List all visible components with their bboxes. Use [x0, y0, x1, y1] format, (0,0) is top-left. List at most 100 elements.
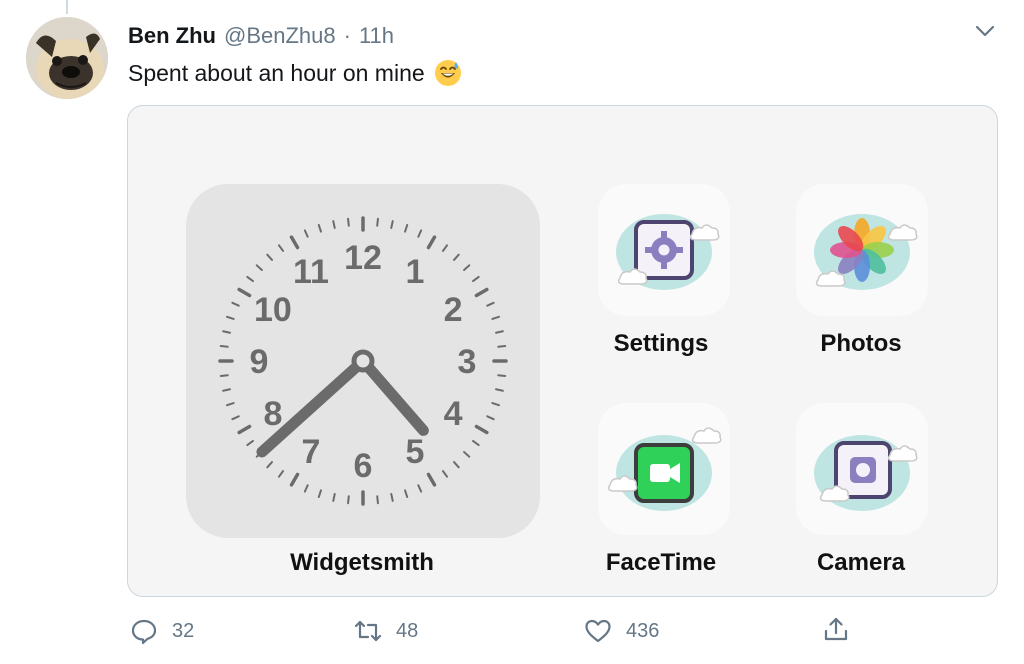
- clock-tick: [317, 489, 322, 499]
- clock-tick: [222, 330, 231, 334]
- tweet-body: Spent about an hour on mine: [128, 59, 425, 86]
- tweet-timestamp[interactable]: 11h: [359, 23, 394, 49]
- share-icon: [824, 617, 848, 641]
- clock-tick: [332, 220, 336, 229]
- retweet-button[interactable]: 48: [354, 617, 418, 645]
- clock-numeral: 6: [354, 447, 373, 485]
- clock-tick: [417, 229, 423, 238]
- clock-numeral: 2: [444, 291, 463, 329]
- clock-tick: [463, 264, 471, 271]
- share-button[interactable]: [822, 615, 850, 643]
- tweet-header: Ben Zhu @BenZhu8 · 11h: [128, 22, 394, 50]
- clock-tick: [277, 470, 285, 478]
- clock-tick: [266, 461, 273, 469]
- like-count: 436: [626, 619, 660, 642]
- facetime-app-icon: [598, 403, 730, 535]
- clock-tick: [495, 330, 504, 334]
- clock-tick: [486, 301, 495, 307]
- clock-tick: [472, 275, 480, 283]
- clock-tick: [317, 223, 322, 233]
- separator-dot: ·: [343, 23, 351, 48]
- avatar[interactable]: [26, 17, 108, 99]
- camera-app-icon: [796, 403, 928, 535]
- tweet-text: Spent about an hour on mine: [128, 58, 463, 88]
- clock-tick: [390, 220, 394, 229]
- clock-tick: [376, 217, 379, 227]
- clock-tick: [219, 374, 229, 377]
- clock-tick: [303, 484, 309, 493]
- retweet-icon: [354, 620, 382, 642]
- clock-tick: [441, 470, 449, 478]
- facetime-label: FaceTime: [605, 549, 717, 576]
- widgetsmith-label: Widgetsmith: [290, 549, 434, 576]
- settings-label: Settings: [613, 330, 709, 357]
- more-options-button[interactable]: [972, 20, 998, 42]
- retweet-count: 48: [396, 619, 419, 642]
- clock-tick: [219, 345, 229, 348]
- photos-app-icon: [796, 184, 928, 316]
- chevron-down-icon: [975, 25, 995, 37]
- clock-numeral: 12: [344, 239, 382, 277]
- clock-tick: [376, 495, 379, 505]
- clock-numeral: 4: [444, 395, 463, 433]
- clock-tick: [231, 415, 240, 421]
- clock-tick: [474, 424, 489, 435]
- clock-tick: [231, 301, 240, 307]
- clock-tick: [495, 388, 504, 392]
- clock-tick: [237, 424, 252, 435]
- clock-tick: [497, 374, 507, 377]
- camera-icon: [814, 435, 918, 511]
- clock-tick: [237, 287, 252, 298]
- clock-numeral: 9: [250, 343, 269, 381]
- clock-numeral: 10: [254, 291, 292, 329]
- clock-tick: [332, 493, 336, 502]
- clock-tick: [453, 461, 460, 469]
- clock-tick: [472, 439, 480, 447]
- pug-avatar-icon: [26, 17, 108, 99]
- reply-button[interactable]: 32: [130, 617, 194, 645]
- clock-tick: [474, 287, 489, 298]
- clock-center-hub: [351, 349, 375, 373]
- clock-tick: [225, 315, 235, 320]
- facetime-icon: [607, 427, 722, 511]
- photos-icon: [814, 214, 918, 290]
- analog-clock: 12 12 3 45678 9 1011: [218, 216, 508, 506]
- tweet-actions: 32 48 436: [0, 615, 1024, 649]
- reply-count: 32: [172, 619, 195, 642]
- clock-numeral: 5: [406, 433, 425, 471]
- clock-tick: [491, 402, 501, 407]
- clock-numeral: 11: [293, 253, 329, 291]
- tweet-media-image[interactable]: 12 1 2 3 4 5 6 7 8 9 10 11 Widgetsmith Settings: [127, 105, 998, 597]
- clock-tick: [426, 235, 437, 250]
- clock-tick: [289, 235, 300, 250]
- clock-tick: [222, 388, 231, 392]
- clock-numeral: 7: [302, 433, 321, 471]
- clock-tick: [441, 244, 449, 252]
- clock-tick: [463, 451, 471, 458]
- clock-tick: [303, 229, 309, 238]
- reply-icon: [131, 619, 157, 645]
- heart-icon: [585, 619, 611, 643]
- clock-tick: [404, 223, 409, 233]
- clock-tick: [266, 253, 273, 261]
- clock-numeral: 1: [406, 253, 425, 291]
- clock-tick: [491, 315, 501, 320]
- clock-tick: [426, 472, 437, 487]
- like-button[interactable]: 436: [584, 617, 659, 645]
- clock-tick: [289, 472, 300, 487]
- clock-tick: [225, 402, 235, 407]
- clock-tick: [255, 264, 263, 271]
- thread-line: [66, 0, 68, 14]
- clock-tick: [453, 253, 460, 261]
- photos-label: Photos: [820, 330, 902, 357]
- clock-tick: [246, 439, 254, 447]
- clock-tick: [246, 275, 254, 283]
- clock-numeral: 3: [458, 343, 477, 381]
- settings-icon: [616, 214, 720, 290]
- clock-tick: [417, 484, 423, 493]
- author-name[interactable]: Ben Zhu: [128, 23, 216, 49]
- clock-tick: [404, 489, 409, 499]
- author-handle[interactable]: @BenZhu8: [224, 23, 336, 49]
- clock-hour-hand: [357, 355, 429, 436]
- clock-widget: 12 1 2 3 4 5 6 7 8 9 10 11: [186, 184, 540, 538]
